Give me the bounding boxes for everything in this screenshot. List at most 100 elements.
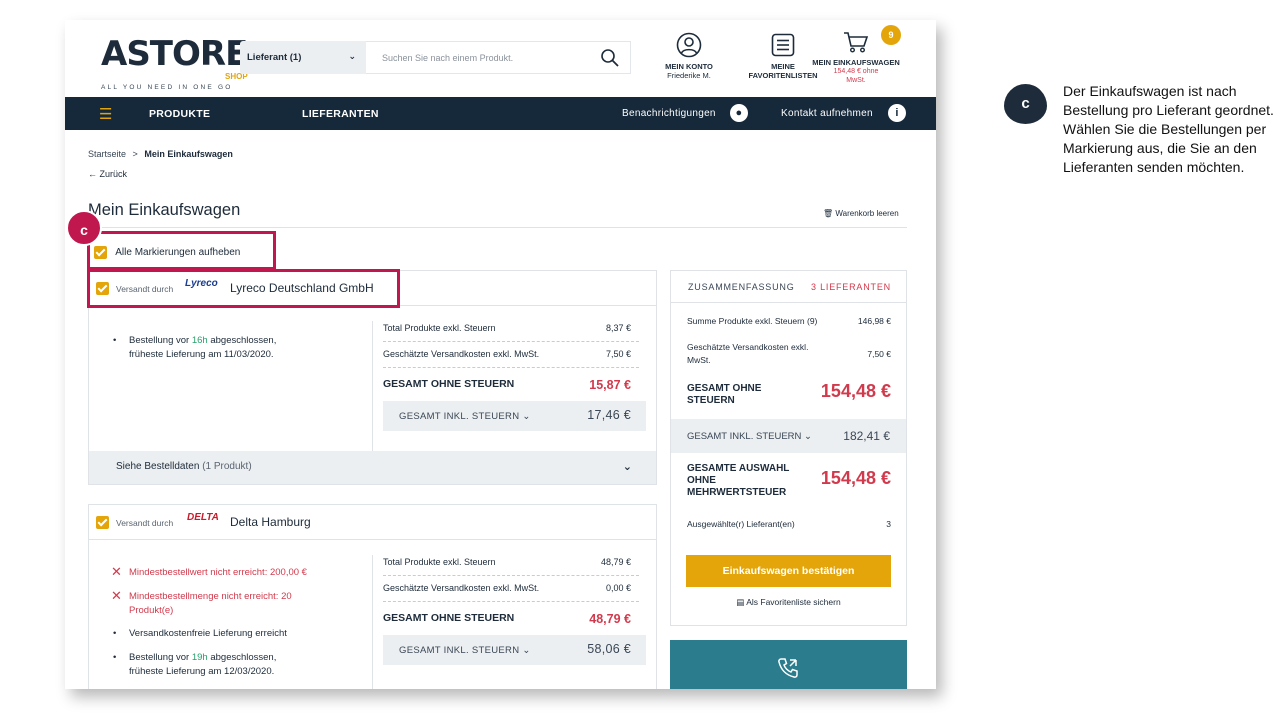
empty-cart-label: Warenkorb leeren <box>835 209 899 218</box>
app-screenshot: ASTORE SHOP ALL YOU NEED IN ONE GO Liefe… <box>65 20 936 689</box>
incl-value: 58,06 € <box>587 642 631 656</box>
breadcrumb-current: Mein Einkaufswagen <box>144 149 233 159</box>
selection-label-1: GESAMTE AUSWAHL <box>687 463 790 474</box>
chevron-down-icon: ⌄ <box>522 645 531 656</box>
order-note: • Bestellung vor 19h abgeschlossen, früh… <box>113 652 277 677</box>
summary-selection-row: GESAMTE AUSWAHL OHNE MEHRWERTSTEUER 154,… <box>687 463 891 499</box>
annotation-marker-side: c <box>1004 84 1047 124</box>
incl-label: GESAMT INKL. STEUERN ⌄ <box>399 411 531 422</box>
list-icon: ▤ <box>736 597 745 607</box>
order-details-toggle[interactable]: Siehe Bestelldaten (1 Produkt) ⌄ <box>89 451 656 484</box>
nav-contact[interactable]: Kontakt aufnehmen <box>781 108 873 119</box>
summary-total-label-1: GESAMT OHNE <box>687 383 762 394</box>
chevron-down-icon: ⌄ <box>522 411 531 422</box>
save-as-favorites-link[interactable]: ▤ Als Favoritenliste sichern <box>671 597 906 608</box>
error-text: Mindestbestellmenge nicht erreicht: 20 <box>129 591 292 602</box>
empty-cart-button[interactable]: 🗑 Warenkorb leeren <box>823 209 899 218</box>
row-label: Geschätzte Versandkosten exkl. MwSt. <box>383 583 540 593</box>
user-icon <box>676 32 702 58</box>
shipped-by-label: Versandt durch <box>116 518 174 528</box>
arrow-left-icon: ← <box>88 169 97 179</box>
column-divider <box>372 321 373 461</box>
incl-label-text: GESAMT INKL. STEUERN <box>399 645 520 656</box>
confirm-cart-button[interactable]: Einkaufswagen bestätigen <box>686 555 891 587</box>
details-label-text: Siehe Bestelldaten <box>116 461 200 472</box>
chevron-down-icon: ⌄ <box>348 51 356 61</box>
summary-title: ZUSAMMENFASSUNG <box>688 282 795 292</box>
column-divider <box>372 555 373 689</box>
dashed-divider <box>383 575 639 576</box>
cart-total-1: 154,48 € ohne <box>833 68 879 75</box>
row-label: Total Produkte exkl. Steuern <box>383 323 496 333</box>
annotation-text: Der Einkaufswagen ist nach Bestellung pr… <box>1063 83 1274 175</box>
slide: ASTORE SHOP ALL YOU NEED IN ONE GO Liefe… <box>0 0 1280 720</box>
divider <box>88 227 907 228</box>
summary-total-row: GESAMT OHNE STEUERN 154,48 € <box>687 382 891 407</box>
order-card-header: Versandt durch DELTA Delta Hamburg <box>89 505 656 540</box>
contact-call-block[interactable] <box>670 640 907 689</box>
hamburger-icon[interactable]: ☰ <box>99 105 113 123</box>
products-total-row: Total Produkte exkl. Steuern 48,79 € <box>383 557 646 567</box>
order-checkbox[interactable] <box>96 516 109 529</box>
close-icon: ✕ <box>111 564 122 579</box>
summary-shipping-row: Geschätzte Versandkosten exkl. MwSt. 7,5… <box>687 341 891 367</box>
back-link[interactable]: ← Zurück <box>88 169 127 179</box>
list-icon <box>771 33 795 57</box>
note-post: abgeschlossen, <box>207 335 277 346</box>
chevron-down-icon: ⌄ <box>804 431 812 442</box>
note-hours: 16h <box>191 335 208 346</box>
selection-label-3: MEHRWERTSTEUER <box>687 487 787 498</box>
summary-suppliers: 3 LIEFERANTEN <box>811 282 891 292</box>
selection-value: 154,48 € <box>820 468 891 488</box>
close-icon: ✕ <box>111 588 122 603</box>
shipping-row: Geschätzte Versandkosten exkl. MwSt. 0,0… <box>383 583 646 593</box>
logo-tagline: ALL YOU NEED IN ONE GO <box>101 84 233 91</box>
nav-suppliers[interactable]: LIEFERANTEN <box>302 108 379 120</box>
products-total-row: Total Produkte exkl. Steuern 8,37 € <box>383 323 646 333</box>
nav-products[interactable]: PRODUKTE <box>149 108 210 120</box>
error-text: Mindestbestellwert nicht erreicht: 200,0… <box>129 567 307 578</box>
phone-icon <box>778 658 798 678</box>
highlight-select-all <box>87 231 276 270</box>
dashed-divider <box>383 367 639 368</box>
astore-logo[interactable]: ASTORE SHOP ALL YOU NEED IN ONE GO <box>101 34 248 94</box>
cart-count-badge: 9 <box>881 25 901 45</box>
error-min-value: ✕ Mindestbestellwert nicht erreicht: 200… <box>111 564 307 580</box>
summary-incl-toggle[interactable]: GESAMT INKL. STEUERN ⌄ 182,41 € <box>671 419 906 453</box>
account-label: MEIN KONTO <box>665 62 713 71</box>
note-delivery: früheste Lieferung am 12/03/2020. <box>129 666 275 677</box>
account-link[interactable]: MEIN KONTO Friederike M. <box>657 32 721 80</box>
row-value: 0,00 € <box>605 583 631 593</box>
info-icon[interactable]: i <box>888 104 906 122</box>
incl-label-text: GESAMT INKL. STEUERN <box>399 411 520 422</box>
total-incl-toggle[interactable]: GESAMT INKL. STEUERN ⌄ 58,06 € <box>383 635 646 665</box>
note-pre: Bestellung vor <box>129 335 192 346</box>
total-value: 15,87 € <box>589 378 631 392</box>
breadcrumb-home[interactable]: Startseite <box>88 149 126 159</box>
highlight-supplier-order <box>87 269 400 308</box>
search-icon[interactable] <box>600 48 620 68</box>
summary-products-value: 146,98 € <box>857 316 891 326</box>
search-input[interactable]: Suchen Sie nach einem Produkt. <box>366 41 631 74</box>
chevron-down-icon: ⌄ <box>622 461 632 473</box>
supplier-name: Delta Hamburg <box>230 515 311 529</box>
breadcrumb-separator: > <box>132 149 138 159</box>
main-nav: ☰ PRODUKTE LIEFERANTEN Benachrichtigunge… <box>65 97 936 130</box>
row-value: 48,79 € <box>600 557 631 567</box>
selected-suppliers-label: Ausgewählte(r) Lieferant(en) <box>687 519 795 529</box>
row-value: 8,37 € <box>605 323 631 333</box>
nav-notifications[interactable]: Benachrichtigungen <box>622 108 716 119</box>
row-label: Geschätzte Versandkosten exkl. MwSt. <box>383 349 540 359</box>
total-excl-row: GESAMT OHNE STEUERN 15,87 € <box>383 378 646 392</box>
supplier-select[interactable]: Lieferant (1) ⌄ <box>240 41 366 74</box>
error-min-quantity: ✕ Mindestbestellmenge nicht erreicht: 20… <box>111 588 292 618</box>
shipping-row: Geschätzte Versandkosten exkl. MwSt. 7,5… <box>383 349 646 359</box>
bell-icon[interactable]: ● <box>730 104 748 122</box>
summary-total-label-2: STEUERN <box>687 395 735 406</box>
details-label: Siehe Bestelldaten (1 Produkt) <box>116 461 252 472</box>
total-incl-toggle[interactable]: GESAMT INKL. STEUERN ⌄ 17,46 € <box>383 401 646 431</box>
cart-icon <box>844 32 869 53</box>
summary-shipping-label-1: Geschätzte Versandkosten exkl. <box>687 342 809 352</box>
row-label: Total Produkte exkl. Steuern <box>383 557 496 567</box>
logo-wordmark: ASTORE <box>101 34 248 74</box>
